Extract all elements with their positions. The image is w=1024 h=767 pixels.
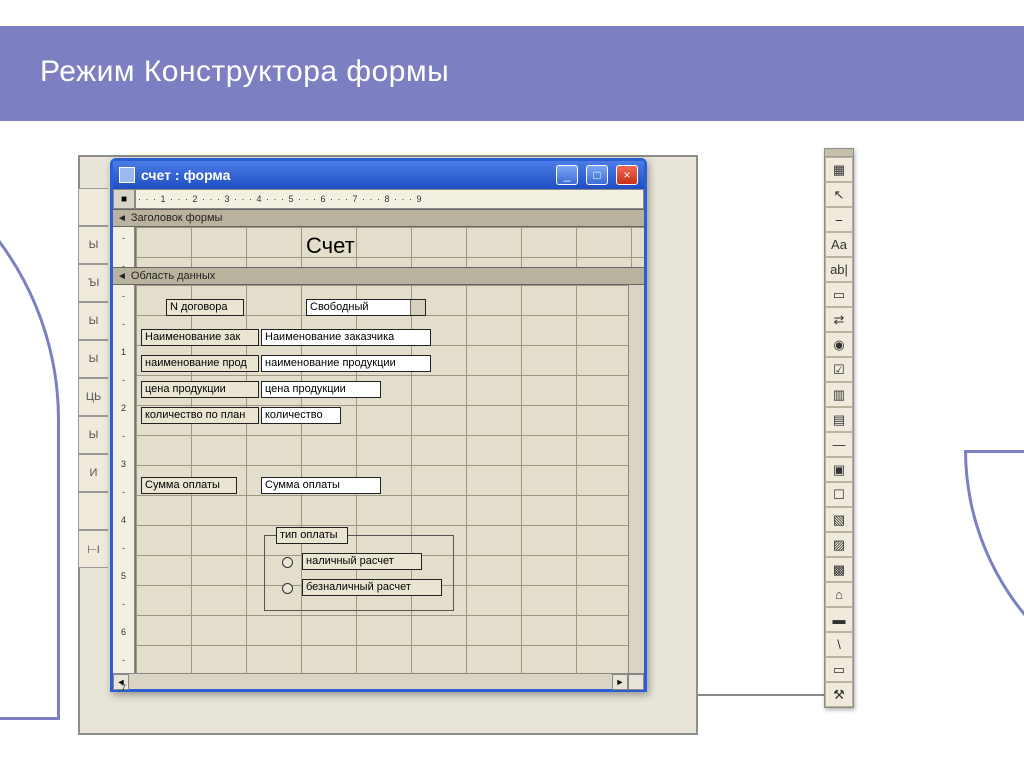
tool-0[interactable]: ▦ <box>825 157 853 182</box>
vertical-scrollbar[interactable] <box>628 285 644 673</box>
slide-title-bar: Режим Конструктора формы <box>0 26 1024 118</box>
radio-icon[interactable] <box>282 583 293 594</box>
label-sum[interactable]: Сумма оплаты <box>141 477 237 494</box>
ruler-horizontal[interactable]: · · · 1 · · · 2 · · · 3 · · · 4 · · · 5 … <box>135 189 644 209</box>
label-price[interactable]: цена продукции <box>141 381 259 398</box>
window-titlebar[interactable]: счет : форма _ □ × <box>113 161 644 189</box>
option-group-caption[interactable]: тип оплаты <box>276 527 348 544</box>
option-cash[interactable]: наличный расчет <box>302 553 422 570</box>
ruler-vertical-detail[interactable]: --1-2-3-4-5-6-7 <box>113 285 135 673</box>
maximize-button[interactable]: □ <box>586 165 608 185</box>
minimize-button[interactable]: _ <box>556 165 578 185</box>
chevron-down-icon <box>414 305 422 313</box>
tool-12[interactable]: ▣ <box>825 457 853 482</box>
label-contract-no[interactable]: N договора <box>166 299 244 316</box>
tool-13[interactable]: ☐ <box>825 482 853 507</box>
form-icon <box>119 167 135 183</box>
tool-4[interactable]: ab| <box>825 257 853 282</box>
tool-19[interactable]: \ <box>825 632 853 657</box>
tool-17[interactable]: ⌂ <box>825 582 853 607</box>
title-label[interactable]: Счет <box>306 233 355 259</box>
slide-divider <box>0 118 1024 121</box>
ruler-corner[interactable]: ■ <box>113 189 135 209</box>
tool-20[interactable]: ▭ <box>825 657 853 682</box>
tool-14[interactable]: ▧ <box>825 507 853 532</box>
form-designer-window: счет : форма _ □ × ■ · · · 1 · · · 2 · ·… <box>110 158 647 692</box>
field-sum[interactable]: Сумма оплаты <box>261 477 381 494</box>
radio-icon[interactable] <box>282 557 293 568</box>
field-customer[interactable]: Наименование заказчика <box>261 329 431 346</box>
decorative-arc-right <box>964 450 1024 710</box>
tool-8[interactable]: ☑ <box>825 357 853 382</box>
section-arrow-icon: ◄ <box>117 271 127 282</box>
window-title: счет : форма <box>141 167 548 183</box>
horizontal-scrollbar[interactable]: ◄ ► <box>113 673 644 689</box>
toolbox-grip[interactable] <box>825 149 853 157</box>
scroll-corner <box>628 674 644 690</box>
close-button[interactable]: × <box>616 165 638 185</box>
designer-body: ■ · · · 1 · · · 2 · · · 3 · · · 4 · · · … <box>113 189 644 689</box>
tool-7[interactable]: ◉ <box>825 332 853 357</box>
section-header-label: Заголовок формы <box>131 212 223 224</box>
label-customer[interactable]: Наименование зак <box>141 329 259 346</box>
section-header-formheader[interactable]: ◄ Заголовок формы <box>113 209 644 227</box>
bg-tab: Ы <box>78 226 108 264</box>
tool-6[interactable]: ⇄ <box>825 307 853 332</box>
field-price[interactable]: цена продукции <box>261 381 381 398</box>
label-qty[interactable]: количество по план <box>141 407 259 424</box>
tool-3[interactable]: Aa <box>825 232 853 257</box>
tool-2[interactable]: ⎯ <box>825 207 853 232</box>
background-vertical-tabs: Ы ЪI Ы Ы ЦЬ Ы И ⊢I <box>78 188 108 568</box>
option-group-frame[interactable] <box>264 535 454 611</box>
ruler-vertical-head[interactable]: -- <box>113 227 135 267</box>
scroll-right-button[interactable]: ► <box>612 674 628 690</box>
bg-tab: Ы <box>78 340 108 378</box>
tool-16[interactable]: ▩ <box>825 557 853 582</box>
toolbox-palette[interactable]: ▦↖⎯Aaab|▭⇄◉☑▥▤—▣☐▧▨▩⌂▬\▭⚒ <box>824 148 854 708</box>
field-product[interactable]: наименование продукции <box>261 355 431 372</box>
tool-1[interactable]: ↖ <box>825 182 853 207</box>
field-qty[interactable]: количество <box>261 407 341 424</box>
combo-free[interactable]: Свободный <box>306 299 426 316</box>
bg-tab: Ы <box>78 416 108 454</box>
tool-21[interactable]: ⚒ <box>825 682 853 707</box>
detail-canvas[interactable]: N договора Свободный Наименование зак На… <box>135 285 644 673</box>
bg-tab: И <box>78 454 108 492</box>
decorative-arc-left <box>0 120 60 720</box>
section-detail-label: Область данных <box>131 270 215 282</box>
form-header-canvas[interactable]: Счет <box>135 227 644 267</box>
section-header-detail[interactable]: ◄ Область данных <box>113 267 644 285</box>
bg-tab <box>78 492 108 530</box>
tool-5[interactable]: ▭ <box>825 282 853 307</box>
option-noncash[interactable]: безналичный расчет <box>302 579 442 596</box>
tool-15[interactable]: ▨ <box>825 532 853 557</box>
tool-10[interactable]: ▤ <box>825 407 853 432</box>
tool-18[interactable]: ▬ <box>825 607 853 632</box>
bg-tab: Ы <box>78 302 108 340</box>
bg-tab <box>78 188 108 226</box>
label-product[interactable]: наименование прод <box>141 355 259 372</box>
combo-text: Свободный <box>310 301 369 313</box>
bg-tab: ЦЬ <box>78 378 108 416</box>
bg-tab: ⊢I <box>78 530 108 568</box>
slide-title: Режим Конструктора формы <box>40 55 449 89</box>
tool-11[interactable]: — <box>825 432 853 457</box>
tool-9[interactable]: ▥ <box>825 382 853 407</box>
design-grid <box>136 227 644 267</box>
section-arrow-icon: ◄ <box>117 213 127 224</box>
bg-tab: ЪI <box>78 264 108 302</box>
